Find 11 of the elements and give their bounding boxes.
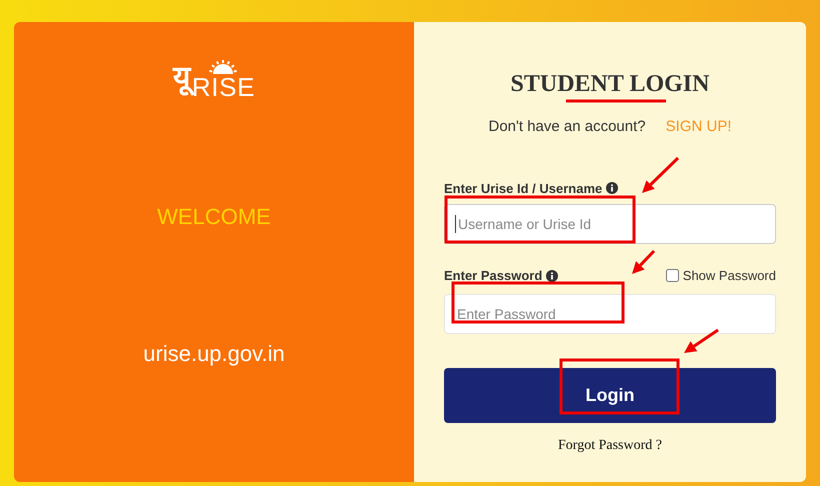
username-field[interactable]: Username or Urise Id <box>444 204 776 244</box>
signup-prompt: Don't have an account? <box>488 117 646 137</box>
website-address: urise.up.gov.in <box>143 340 285 368</box>
password-field[interactable]: Enter Password <box>444 294 776 334</box>
password-label: Enter Password <box>444 267 542 285</box>
username-label: Enter Urise Id / Username <box>444 180 602 198</box>
login-button[interactable]: Login <box>444 368 776 422</box>
login-title: STUDENT LOGIN <box>510 72 710 96</box>
forgot-password-link[interactable]: Forgot Password ? <box>558 434 662 456</box>
show-password-label: Show Password <box>682 267 776 285</box>
welcome-text: WELCOME <box>157 203 271 231</box>
